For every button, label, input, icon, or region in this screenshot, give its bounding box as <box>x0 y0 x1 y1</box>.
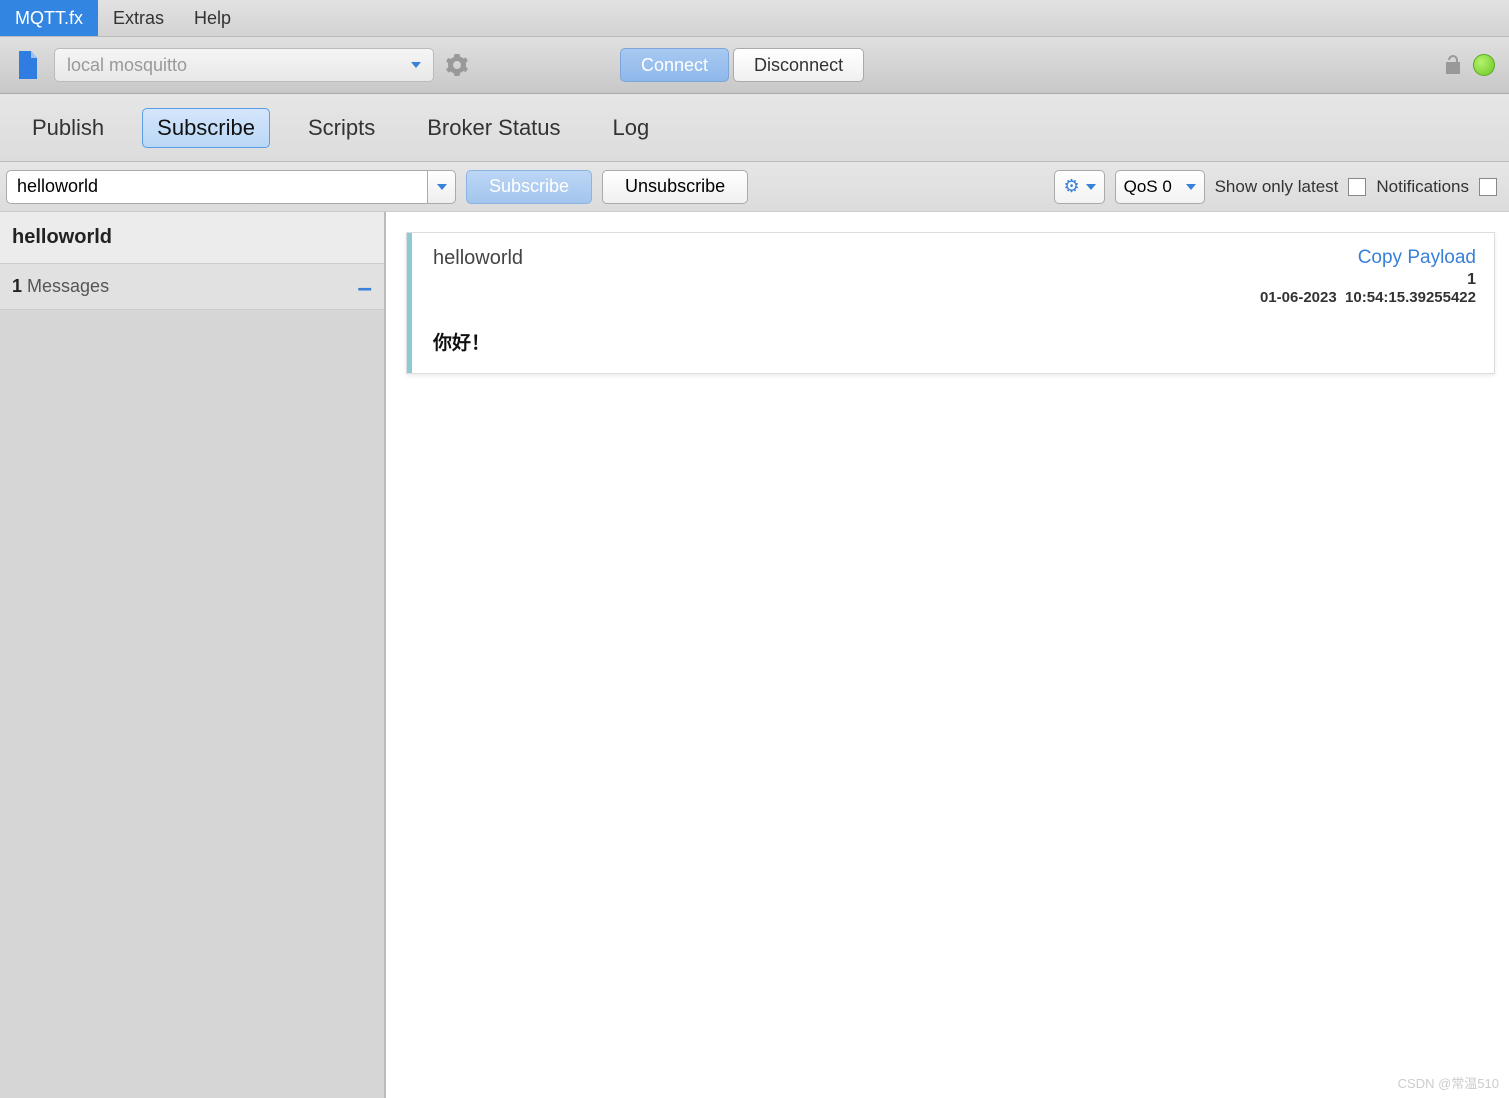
chevron-down-icon <box>1186 184 1196 190</box>
tabs-bar: Publish Subscribe Scripts Broker Status … <box>0 94 1509 162</box>
copy-payload-link[interactable]: Copy Payload <box>1358 247 1476 268</box>
qos-label: QoS 0 <box>1124 177 1172 197</box>
sidebar: helloworld 1 Messages – <box>0 212 386 1098</box>
show-latest-checkbox[interactable] <box>1348 178 1366 196</box>
message-payload: 你好！ <box>407 310 1494 373</box>
collapse-icon[interactable]: – <box>358 280 372 294</box>
settings-dropdown[interactable]: ⚙ <box>1054 170 1104 204</box>
gear-icon[interactable] <box>444 52 470 78</box>
unsubscribe-button[interactable]: Unsubscribe <box>602 170 748 204</box>
message-card[interactable]: helloworld Copy Payload 1 01-06-2023 10:… <box>406 232 1495 374</box>
menu-extras[interactable]: Extras <box>98 0 179 36</box>
status-icons <box>1441 53 1495 77</box>
chevron-down-icon <box>1086 184 1096 190</box>
message-count-text: 1 Messages <box>12 276 109 297</box>
subscribe-button[interactable]: Subscribe <box>466 170 592 204</box>
tab-publish[interactable]: Publish <box>18 109 118 147</box>
notifications-checkbox[interactable] <box>1479 178 1497 196</box>
message-count-label: Messages <box>27 276 109 296</box>
message-count-row[interactable]: 1 Messages – <box>0 264 384 310</box>
message-count-number: 1 <box>12 276 22 296</box>
profile-select[interactable]: local mosquitto <box>54 48 434 82</box>
watermark: CSDN @常温510 <box>1398 1073 1499 1092</box>
message-timestamp: 01-06-2023 10:54:15.39255422 <box>1260 289 1476 306</box>
message-header: helloworld Copy Payload 1 01-06-2023 10:… <box>407 233 1494 310</box>
disconnect-button[interactable]: Disconnect <box>733 48 864 82</box>
message-panel: helloworld Copy Payload 1 01-06-2023 10:… <box>386 212 1509 1098</box>
message-id: 1 <box>1260 271 1476 289</box>
tab-subscribe[interactable]: Subscribe <box>142 108 270 148</box>
chevron-down-icon <box>411 62 421 68</box>
qos-dropdown[interactable]: QoS 0 <box>1115 170 1205 204</box>
connection-bar: local mosquitto Connect Disconnect <box>0 37 1509 94</box>
topic-combo <box>6 170 456 204</box>
profile-placeholder: local mosquitto <box>67 55 187 76</box>
tab-broker-status[interactable]: Broker Status <box>413 109 574 147</box>
connection-status-indicator <box>1473 54 1495 76</box>
show-latest-label: Show only latest <box>1215 177 1339 197</box>
chevron-down-icon <box>437 184 447 190</box>
tab-scripts[interactable]: Scripts <box>294 109 389 147</box>
message-topic: helloworld <box>433 247 523 306</box>
subscribed-topic-header[interactable]: helloworld <box>0 212 384 264</box>
menu-help[interactable]: Help <box>179 0 246 36</box>
subscribe-toolbar: Subscribe Unsubscribe ⚙ QoS 0 Show only … <box>0 162 1509 212</box>
gears-icon: ⚙ <box>1063 176 1079 197</box>
tab-log[interactable]: Log <box>599 109 664 147</box>
connect-button[interactable]: Connect <box>620 48 729 82</box>
menu-bar: MQTT.fx Extras Help <box>0 0 1509 37</box>
menu-app[interactable]: MQTT.fx <box>0 0 98 36</box>
topic-dropdown-button[interactable] <box>428 170 456 204</box>
topic-input[interactable] <box>6 170 428 204</box>
file-icon[interactable] <box>14 49 42 81</box>
content-area: helloworld 1 Messages – helloworld Copy … <box>0 212 1509 1098</box>
lock-open-icon <box>1441 53 1465 77</box>
notifications-label: Notifications <box>1376 177 1469 197</box>
